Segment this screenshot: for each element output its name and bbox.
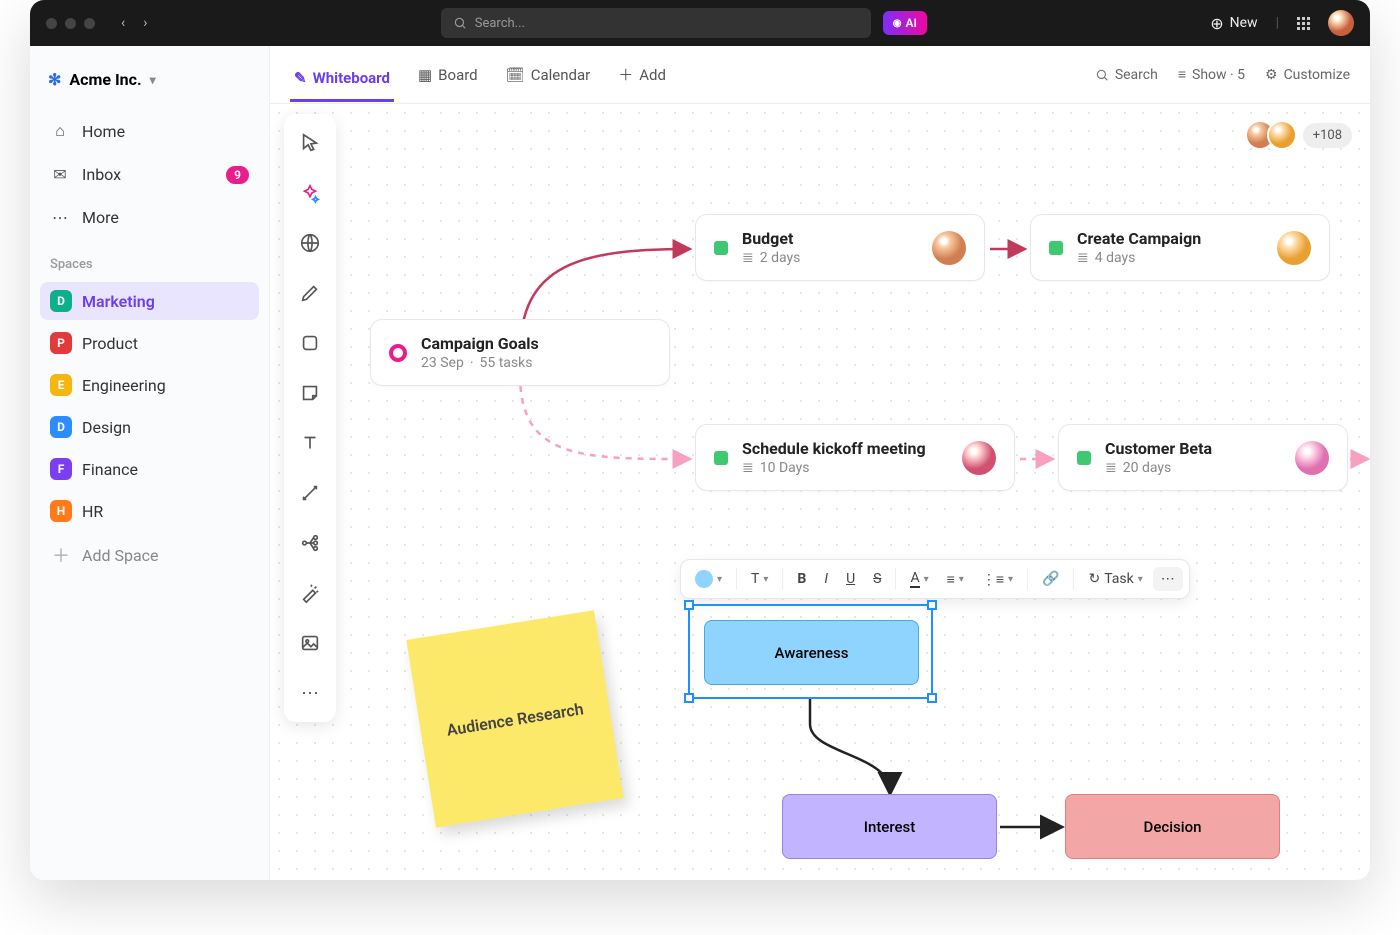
workspace-logo-icon: ✻ xyxy=(48,70,61,89)
status-ring-icon xyxy=(389,344,407,362)
show-filter[interactable]: ≡ Show · 5 xyxy=(1178,66,1245,83)
back-button[interactable]: ‹ xyxy=(121,15,125,31)
card-budget[interactable]: Budget ≣2 days xyxy=(695,214,985,281)
selection-frame[interactable]: Awareness xyxy=(688,604,933,699)
mindmap-tool[interactable] xyxy=(291,524,329,562)
whiteboard-icon: ✎ xyxy=(294,69,307,87)
calendar-icon: 🗓 xyxy=(506,66,525,84)
web-tool[interactable] xyxy=(291,224,329,262)
space-hr[interactable]: H HR xyxy=(40,492,259,530)
presence-count: +108 xyxy=(1303,123,1352,148)
card-customer-beta[interactable]: Customer Beta ≣20 days xyxy=(1058,424,1348,491)
tab-whiteboard[interactable]: ✎ Whiteboard xyxy=(290,61,394,102)
ai-button[interactable]: ◉AI xyxy=(883,11,927,35)
filter-icon: ≡ xyxy=(1178,66,1186,83)
more-tools[interactable]: ⋯ xyxy=(291,674,329,712)
list-icon: ≣ xyxy=(1105,460,1117,476)
canvas-search[interactable]: Search xyxy=(1095,66,1158,83)
workspace-switcher[interactable]: ✻ Acme Inc. ▾ xyxy=(40,62,259,97)
tool-panel: ⋯ xyxy=(284,114,336,722)
list-icon: ≣ xyxy=(742,460,754,476)
underline-button[interactable]: U xyxy=(838,567,863,591)
list-picker[interactable]: ⋮≡▾ xyxy=(974,567,1021,592)
sidebar: ✻ Acme Inc. ▾ ⌂ Home ✉ Inbox 9 ⋯ More Sp… xyxy=(30,46,270,880)
nav-inbox[interactable]: ✉ Inbox 9 xyxy=(40,155,259,194)
bold-button[interactable]: B xyxy=(789,567,814,591)
italic-button[interactable]: I xyxy=(816,567,836,591)
fill-color-picker[interactable]: ▾ xyxy=(687,566,730,592)
format-toolbar: ▾ T▾ B I U S A▾ ≡▾ ⋮≡▾ 🔗 ↻ Task ▾ xyxy=(680,559,1190,599)
strike-button[interactable]: S xyxy=(865,567,889,591)
flow-interest[interactable]: Interest xyxy=(782,794,997,859)
home-icon: ⌂ xyxy=(50,121,70,141)
whiteboard-canvas[interactable]: +108 ⋯ xyxy=(270,104,1370,880)
add-space-button[interactable]: ＋ Add Space xyxy=(40,534,259,576)
toolbar-more[interactable]: ⋯ xyxy=(1153,567,1183,591)
space-product[interactable]: P Product xyxy=(40,324,259,362)
user-avatar[interactable] xyxy=(1328,10,1354,36)
board-icon: ▦ xyxy=(418,66,432,84)
assignee-avatar xyxy=(1277,231,1311,265)
card-campaign-goals[interactable]: Campaign Goals 23 Sep·55 tasks xyxy=(370,319,670,386)
inbox-icon: ✉ xyxy=(50,165,70,184)
presence-indicator[interactable]: +108 xyxy=(1253,120,1352,150)
space-marketing[interactable]: D Marketing xyxy=(40,282,259,320)
view-bar: ✎ Whiteboard ▦ Board 🗓 Calendar ＋Add xyxy=(270,46,1370,104)
more-icon: ⋯ xyxy=(50,208,70,227)
space-design[interactable]: D Design xyxy=(40,408,259,446)
magic-tool[interactable] xyxy=(291,574,329,612)
flow-awareness[interactable]: Awareness xyxy=(704,620,919,685)
topbar: ‹ › Search... ◉AI ⊕New | xyxy=(30,0,1370,46)
select-tool[interactable] xyxy=(291,124,329,162)
inbox-badge: 9 xyxy=(226,166,249,184)
customize-button[interactable]: ⚙ Customize xyxy=(1265,66,1350,83)
forward-button[interactable]: › xyxy=(143,15,147,31)
new-button[interactable]: ⊕New xyxy=(1210,14,1257,33)
card-kickoff[interactable]: Schedule kickoff meeting ≣10 Days xyxy=(695,424,1015,491)
convert-task[interactable]: ↻ Task ▾ xyxy=(1080,567,1150,591)
card-create-campaign[interactable]: Create Campaign ≣4 days xyxy=(1030,214,1330,281)
flow-decision[interactable]: Decision xyxy=(1065,794,1280,859)
nav-more[interactable]: ⋯ More xyxy=(40,198,259,237)
text-tool[interactable] xyxy=(291,424,329,462)
search-placeholder: Search... xyxy=(475,16,525,31)
space-finance[interactable]: F Finance xyxy=(40,450,259,488)
space-engineering[interactable]: E Engineering xyxy=(40,366,259,404)
assignee-avatar xyxy=(962,441,996,475)
window-controls[interactable] xyxy=(30,18,111,29)
sticky-tool[interactable] xyxy=(291,374,329,412)
nav-home[interactable]: ⌂ Home xyxy=(40,111,259,151)
spaces-heading: Spaces xyxy=(40,241,259,278)
tab-calendar[interactable]: 🗓 Calendar xyxy=(502,58,595,92)
ai-tool[interactable] xyxy=(291,174,329,212)
font-picker[interactable]: T▾ xyxy=(743,567,776,591)
connector-tool[interactable] xyxy=(291,474,329,512)
pen-tool[interactable] xyxy=(291,274,329,312)
status-dot-icon xyxy=(714,451,728,465)
tab-add-view[interactable]: ＋Add xyxy=(614,56,670,93)
presence-avatar xyxy=(1267,120,1297,150)
sticky-note[interactable]: Audience Research xyxy=(406,610,623,827)
text-color-picker[interactable]: A▾ xyxy=(902,566,936,592)
global-search[interactable]: Search... xyxy=(441,8,871,38)
assignee-avatar xyxy=(1295,441,1329,475)
list-icon: ≣ xyxy=(1077,250,1089,266)
apps-icon[interactable] xyxy=(1297,17,1310,30)
list-icon: ≣ xyxy=(742,250,754,266)
image-tool[interactable] xyxy=(291,624,329,662)
align-picker[interactable]: ≡▾ xyxy=(939,567,972,592)
assignee-avatar xyxy=(932,231,966,265)
status-dot-icon xyxy=(1077,451,1091,465)
tab-board[interactable]: ▦ Board xyxy=(414,58,482,92)
status-dot-icon xyxy=(714,241,728,255)
link-button[interactable]: 🔗 xyxy=(1034,567,1067,591)
status-dot-icon xyxy=(1049,241,1063,255)
gear-icon: ⚙ xyxy=(1265,67,1278,83)
shape-tool[interactable] xyxy=(291,324,329,362)
